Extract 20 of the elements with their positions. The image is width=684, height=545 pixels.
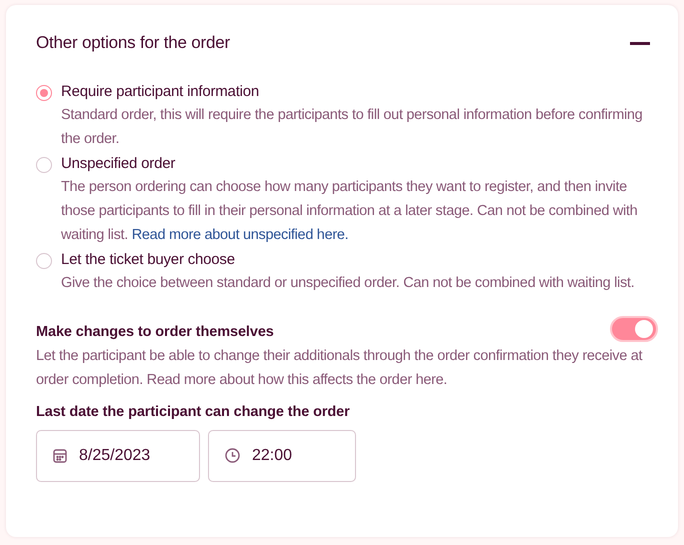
toggle-switch[interactable] — [610, 316, 658, 342]
option-label: Require participant information — [61, 82, 260, 102]
collapse-icon[interactable] — [630, 42, 650, 44]
date-field[interactable]: 8/25/2023 — [36, 430, 200, 482]
setting-title: Make changes to order themselves — [36, 323, 274, 342]
calendar-icon — [53, 448, 67, 463]
radio-button[interactable] — [36, 253, 52, 269]
radio-button[interactable] — [36, 157, 52, 173]
option-label: Let the ticket buyer choose — [61, 250, 236, 270]
radio-button[interactable] — [36, 85, 52, 101]
option-description: Standard order, this will require the participants to fill out personal information before confirming the order. — [61, 106, 644, 149]
field-label: Last date the participant can change the order — [36, 402, 351, 422]
option-description: The person ordering can choose how many participants they want to register, and then invite those participants to fill in their personal information at a later stage. Can not be combined with waiting list. Read more about unspecified here. — [61, 178, 638, 245]
option-label: Unspecified order — [61, 154, 176, 174]
time-field[interactable]: 22:00 — [208, 430, 356, 482]
read-more-link[interactable]: Read more about unspecified here. — [132, 227, 348, 243]
setting-description: Let the participant be able to change their additionals through the order confirmation they receive at order completion. Read more about how this affects the order here. — [36, 346, 644, 390]
clock-icon — [225, 448, 240, 463]
option-description: Give the choice between standard or unspecified order. Can not be combined with waiting list. — [61, 274, 634, 293]
section-title: Other options for the order — [36, 32, 230, 54]
